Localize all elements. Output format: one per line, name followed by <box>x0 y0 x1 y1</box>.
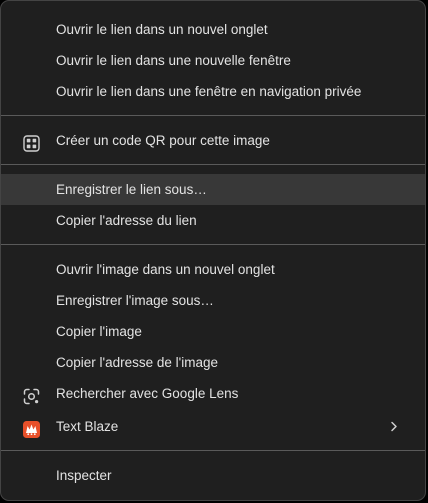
menu-item-inspect[interactable]: Inspecter <box>1 460 425 491</box>
qr-code-icon <box>23 132 40 152</box>
menu-item-label: Ouvrir le lien dans un nouvel onglet <box>56 22 268 37</box>
menu-item-label: Ouvrir le lien dans une fenêtre en navig… <box>56 84 362 99</box>
menu-item-label: Enregistrer l'image sous… <box>56 293 214 308</box>
menu-item-open-link-incognito[interactable]: Ouvrir le lien dans une fenêtre en navig… <box>1 76 425 107</box>
menu-item-text-blaze[interactable]: Text Blaze <box>1 411 425 442</box>
context-menu: Ouvrir le lien dans un nouvel onglet Ouv… <box>0 0 426 501</box>
menu-item-label: Inspecter <box>56 468 112 483</box>
menu-item-save-image-as[interactable]: Enregistrer l'image sous… <box>1 285 425 316</box>
menu-item-copy-image-address[interactable]: Copier l'adresse de l'image <box>1 347 425 378</box>
chevron-right-icon <box>389 411 399 442</box>
menu-item-create-qr-code[interactable]: Créer un code QR pour cette image <box>1 125 425 156</box>
menu-item-search-google-lens[interactable]: Rechercher avec Google Lens <box>1 378 425 409</box>
menu-item-label: Ouvrir l'image dans un nouvel onglet <box>56 262 275 277</box>
menu-item-label: Copier l'adresse du lien <box>56 213 197 228</box>
menu-item-save-link-as[interactable]: Enregistrer le lien sous… <box>1 174 425 205</box>
menu-separator <box>1 164 425 165</box>
menu-item-open-link-new-tab[interactable]: Ouvrir le lien dans un nouvel onglet <box>1 14 425 45</box>
menu-item-label: Ouvrir le lien dans une nouvelle fenêtre <box>56 53 291 68</box>
menu-item-copy-link-address[interactable]: Copier l'adresse du lien <box>1 205 425 236</box>
menu-item-label: Text Blaze <box>56 419 119 434</box>
menu-item-open-link-new-window[interactable]: Ouvrir le lien dans une nouvelle fenêtre <box>1 45 425 76</box>
menu-separator <box>1 450 425 451</box>
menu-item-label: Copier l'image <box>56 324 142 339</box>
text-blaze-icon <box>23 418 40 438</box>
menu-separator <box>1 244 425 245</box>
menu-item-label: Enregistrer le lien sous… <box>56 182 207 197</box>
google-lens-icon <box>23 385 40 405</box>
menu-item-label: Créer un code QR pour cette image <box>56 133 270 148</box>
menu-item-label: Rechercher avec Google Lens <box>56 386 239 401</box>
menu-separator <box>1 115 425 116</box>
menu-item-label: Copier l'adresse de l'image <box>56 355 218 370</box>
menu-item-copy-image[interactable]: Copier l'image <box>1 316 425 347</box>
menu-item-open-image-new-tab[interactable]: Ouvrir l'image dans un nouvel onglet <box>1 254 425 285</box>
